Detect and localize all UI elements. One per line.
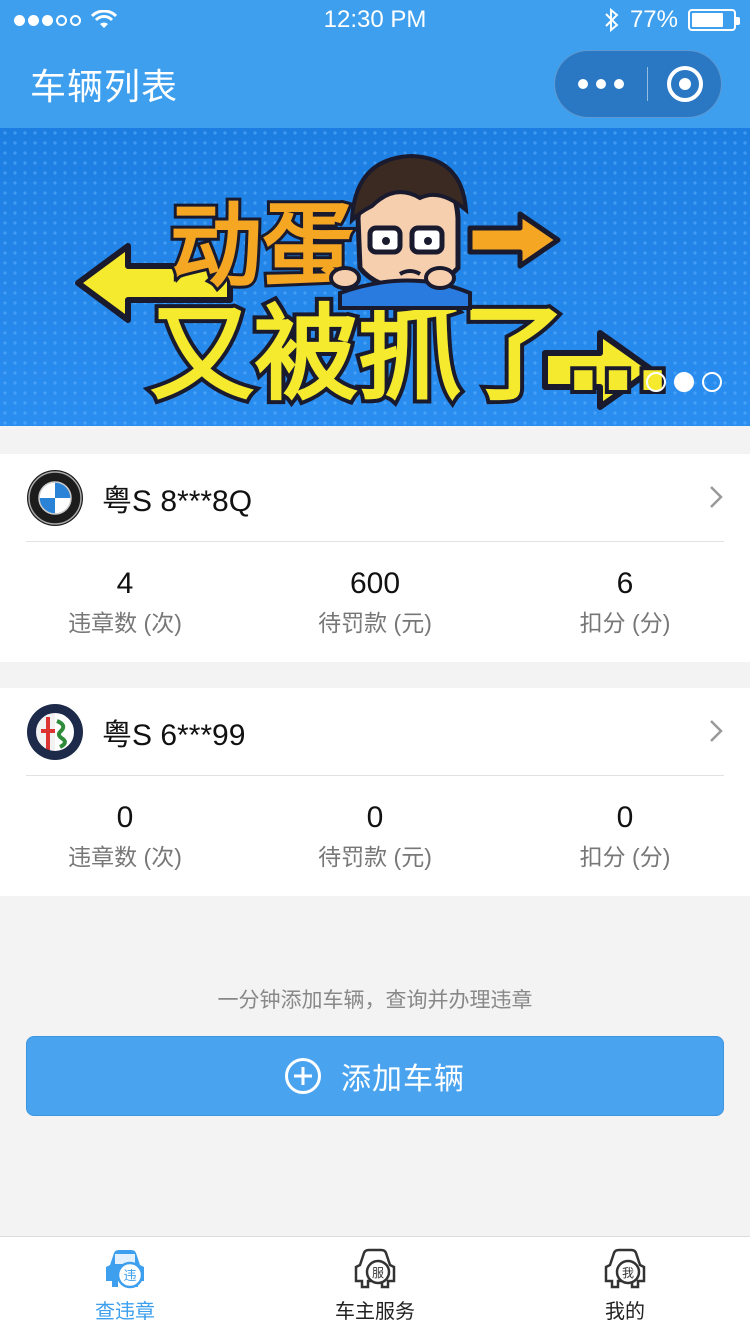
chevron-right-icon [710,720,723,742]
car-violation-icon: 违 [106,1250,144,1289]
banner-illustration: 动蛋 又被抓了… [0,128,750,426]
stat-violations: 0 违章数 (次) [0,776,250,896]
signal-icon [14,14,81,26]
vehicle-card-header[interactable]: 粤S 6***99 [26,688,724,776]
chevron-right-icon [710,486,723,508]
more-button[interactable] [555,79,647,89]
violation-stats: 0 违章数 (次) 0 待罚款 (元) 0 扣分 (分) [0,776,750,896]
stat-points: 6 扣分 (分) [500,542,750,662]
stat-value: 6 [616,567,634,600]
more-dot-icon [614,79,624,89]
alfa-romeo-logo-icon [27,703,83,760]
status-left [14,10,117,30]
add-vehicle-button[interactable]: 添加车辆 [26,1036,724,1116]
add-vehicle-label: 添加车辆 [341,1063,465,1096]
stat-label: 扣分 (分) [579,844,671,870]
plus-circle-icon [285,1058,321,1094]
bmw-logo-icon [27,469,83,526]
stat-violations: 4 违章数 (次) [0,542,250,662]
plate-number: 粤S 6***99 [102,718,246,752]
stat-value: 0 [616,801,634,834]
car-profile-icon: 我 [604,1248,646,1289]
battery-icon [688,9,740,31]
vehicle-card[interactable]: 粤S 6***99 0 违章数 (次) 0 待罚款 (元) 0 扣分 (分) [0,688,750,896]
mini-program-capsule [554,50,722,118]
nav-bar: 车辆列表 [0,40,750,128]
vehicle-card[interactable]: 粤S 8***8Q 4 违章数 (次) 600 待罚款 (元) 6 扣分 (分) [0,454,750,662]
stat-label: 待罚款 (元) [318,844,432,870]
banner-headline-1: 动蛋 [170,193,354,300]
carousel-dot[interactable] [646,372,666,392]
status-right: 77% [604,6,740,34]
stat-value: 4 [116,567,134,600]
close-button[interactable] [648,66,721,102]
stat-value: 600 [349,567,401,600]
page-title: 车辆列表 [30,66,179,107]
battery-percent: 77% [629,6,678,33]
tab-icon-char: 我 [622,1266,634,1280]
banner-carousel[interactable]: 动蛋 又被抓了… [0,128,750,426]
carousel-dot[interactable] [702,372,722,392]
carousel-dot-active[interactable] [674,372,694,392]
tab-label: 车主服务 [335,1301,415,1323]
stat-fines: 0 待罚款 (元) [250,776,500,896]
wifi-icon [91,10,117,30]
tab-label: 我的 [605,1301,645,1323]
stat-fines: 600 待罚款 (元) [250,542,500,662]
tab-label: 查违章 [95,1301,155,1323]
carousel-indicator [646,372,722,392]
stat-value: 0 [366,801,384,834]
more-dot-icon [578,79,588,89]
close-target-icon [666,66,703,102]
tab-bar: 违 查违章 服 车主服务 我 我的 [0,1236,750,1334]
tab-icon-char: 服 [372,1266,384,1280]
stat-label: 违章数 (次) [68,610,182,636]
add-vehicle-hint: 一分钟添加车辆，查询并办理违章 [217,989,533,1012]
tab-icon-char: 违 [123,1269,136,1284]
stat-label: 扣分 (分) [579,610,671,636]
stat-label: 违章数 (次) [68,844,182,870]
car-service-icon: 服 [354,1248,396,1289]
vehicle-card-header[interactable]: 粤S 8***8Q [26,454,724,542]
tab-owner-services[interactable]: 服 车主服务 [250,1237,500,1334]
banner-headline-2: 又被抓了… [150,293,670,415]
stat-points: 0 扣分 (分) [500,776,750,896]
more-dot-icon [596,79,606,89]
tab-mine[interactable]: 我 我的 [500,1237,750,1334]
bluetooth-icon [604,8,620,32]
stat-value: 0 [116,801,134,834]
tab-violations[interactable]: 违 查违章 [0,1237,250,1334]
plate-number: 粤S 8***8Q [102,484,253,518]
stat-label: 待罚款 (元) [318,610,432,636]
violation-stats: 4 违章数 (次) 600 待罚款 (元) 6 扣分 (分) [0,542,750,662]
status-bar: 12:30 PM 77% [0,0,750,40]
